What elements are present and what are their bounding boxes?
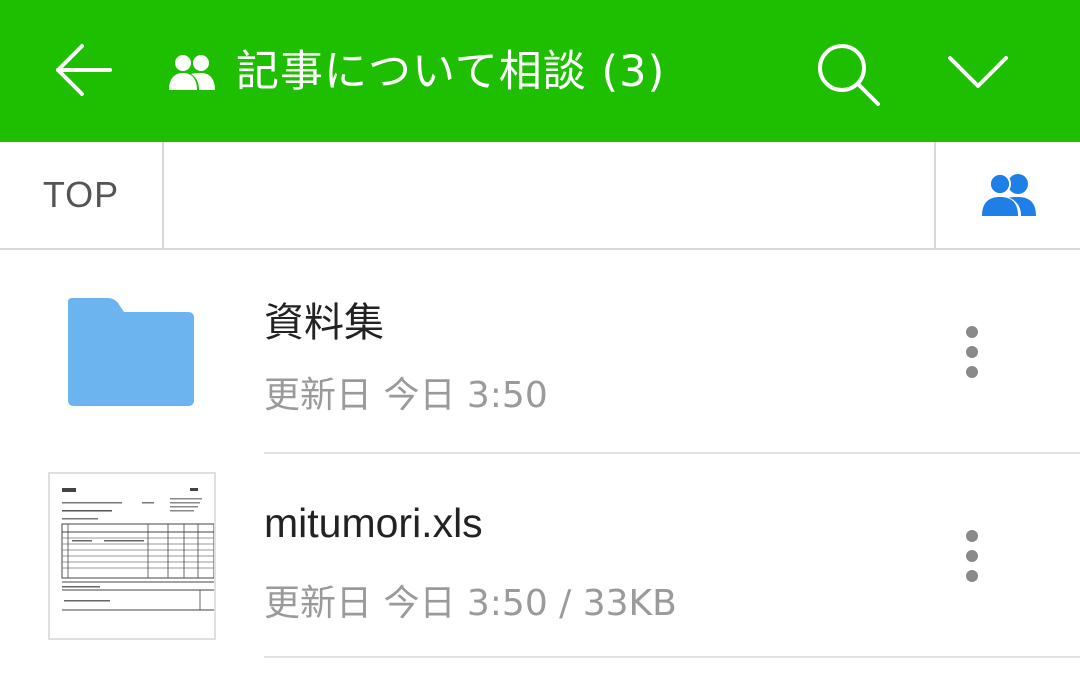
- more-options-button[interactable]: [944, 312, 1000, 392]
- navigation-bar: TOP: [0, 142, 1080, 250]
- app-screen: 記事について相談 (3) TOP 資料集 更新日 今日 3:50 mitumor…: [0, 0, 1080, 699]
- divider: [264, 656, 1080, 658]
- group-icon: [169, 55, 215, 90]
- more-options-button[interactable]: [944, 516, 1000, 596]
- more-vertical-icon: [966, 326, 978, 378]
- top-tab-label: TOP: [42, 174, 120, 215]
- header-title-group: 記事について相談 (3): [166, 40, 665, 104]
- spreadsheet-thumbnail: [48, 472, 216, 640]
- folder-icon: [68, 298, 194, 406]
- more-vertical-icon: [966, 530, 978, 582]
- page-title: 記事について相談 (3): [236, 47, 666, 97]
- file-name: 資料集: [264, 300, 384, 346]
- top-tab[interactable]: TOP: [0, 142, 164, 248]
- file-meta: 更新日 今日 3:50 / 33KB: [264, 583, 677, 624]
- list-item[interactable]: 資料集 更新日 今日 3:50: [0, 250, 1080, 454]
- search-icon: [818, 44, 880, 106]
- document-preview-image: [50, 474, 214, 638]
- back-arrow-icon: [56, 44, 112, 96]
- dropdown-button[interactable]: [940, 40, 1016, 104]
- members-icon: [982, 173, 1036, 216]
- search-button[interactable]: [812, 38, 884, 110]
- app-header: 記事について相談 (3): [0, 0, 1080, 142]
- file-name: mitumori.xls: [264, 500, 483, 546]
- file-meta: 更新日 今日 3:50: [264, 375, 548, 416]
- list-item[interactable]: mitumori.xls 更新日 今日 3:50 / 33KB: [0, 454, 1080, 658]
- members-button[interactable]: [934, 142, 1080, 248]
- chevron-down-icon: [948, 56, 1008, 88]
- back-button[interactable]: [44, 30, 124, 110]
